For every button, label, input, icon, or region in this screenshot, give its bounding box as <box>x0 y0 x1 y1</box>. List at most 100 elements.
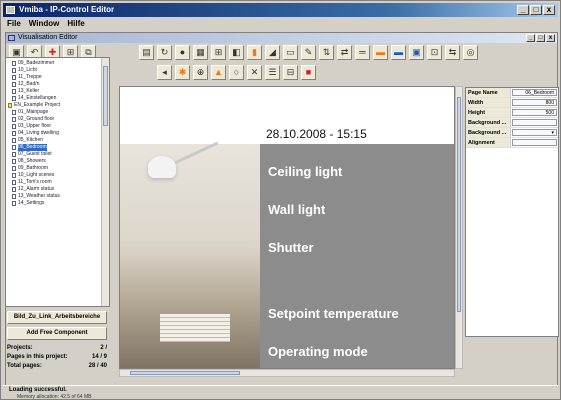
dash-icon[interactable]: ═ <box>355 45 370 60</box>
tree-page-item[interactable]: 05_Kitchen <box>12 137 102 144</box>
property-value-field[interactable]: ▾ <box>512 129 557 136</box>
tree-page-item[interactable]: 01_Mainpage <box>12 109 102 116</box>
visualisation-canvas[interactable]: 28.10.2008 - 15:15 Ceiling light Wall lig… <box>119 86 455 369</box>
canvas-horizontal-scrollbar[interactable] <box>119 369 455 377</box>
inner-title-bar[interactable]: Visualisation Editor _ □ x <box>6 33 557 43</box>
image-icon[interactable]: ⊡ <box>427 45 442 60</box>
lamp-icon <box>148 156 176 178</box>
tree-page-item[interactable]: 09_Bathroom <box>12 165 102 172</box>
tree-page-item[interactable]: 03_Upper floor <box>12 123 102 130</box>
inner-minimize-button[interactable]: _ <box>526 34 535 42</box>
tree-page-item[interactable]: 10_Licht <box>12 67 102 74</box>
tree-page-item[interactable]: 13_Weather status <box>12 193 102 200</box>
tree-scrollbar-thumb[interactable] <box>103 66 108 126</box>
room-photo <box>120 141 260 368</box>
tree-page-item[interactable]: 02_Ground floor <box>12 116 102 123</box>
books-shape <box>160 314 230 342</box>
arrow-icon[interactable]: ◂ <box>157 65 172 80</box>
maximize-button[interactable]: □ <box>530 5 542 15</box>
refresh-icon[interactable]: ↻ <box>157 45 172 60</box>
warning-icon[interactable]: ▲ <box>211 65 226 80</box>
window-icon[interactable]: ▣ <box>409 45 424 60</box>
menu-file[interactable]: File <box>7 18 21 30</box>
tree-item-label: 09_Badezimmer <box>18 60 55 66</box>
link-icon[interactable]: ⇄ <box>337 45 352 60</box>
canvas-vscroll-thumb[interactable] <box>457 97 461 312</box>
application-window: Vmiba - IP-Control Editor _ □ x File Win… <box>0 0 561 400</box>
page-icon <box>12 68 16 73</box>
target-icon[interactable]: ◎ <box>463 45 478 60</box>
zoom-icon[interactable]: ⊕ <box>193 65 208 80</box>
stat-label: Pages in this project: <box>7 354 68 360</box>
table-icon[interactable]: ▦ <box>193 45 208 60</box>
visualisation-menu-item[interactable]: Shutter <box>268 240 314 255</box>
tree-page-item[interactable]: 08_Showers <box>12 158 102 165</box>
tree-item-label: 13_Weather status <box>18 193 60 199</box>
tree-page-item[interactable]: 14_Settings <box>12 200 102 207</box>
inner-close-button[interactable]: x <box>546 34 555 42</box>
page-action-button[interactable]: Bild_Zu_Link_Arbeitsbereiche <box>7 311 107 324</box>
menu-window[interactable]: Window <box>29 18 60 30</box>
calendar-icon[interactable]: ▭ <box>283 45 298 60</box>
thermometer-icon[interactable]: ▮ <box>247 45 262 60</box>
property-value-field[interactable] <box>512 139 557 146</box>
tree-item-label: 11_Tom's room <box>18 179 52 185</box>
minimize-button[interactable]: _ <box>517 5 529 15</box>
tree-project-node[interactable]: EN_Example Project <box>8 102 102 109</box>
visualisation-menu-item[interactable]: Ceiling light <box>268 164 342 179</box>
star-icon[interactable]: ✱ <box>175 65 190 80</box>
page-icon <box>12 173 16 178</box>
tree-page-item[interactable]: 11_Treppe <box>12 74 102 81</box>
title-bar[interactable]: Vmiba - IP-Control Editor _ □ x <box>3 3 558 17</box>
tree-item-label: 14_Settings <box>18 200 45 206</box>
list-icon[interactable]: ☰ <box>265 65 280 80</box>
tree-page-item[interactable]: 06_Bedroom <box>12 144 102 151</box>
tree-page-item[interactable]: 10_Light scenes <box>12 172 102 179</box>
inner-maximize-button[interactable]: □ <box>536 34 545 42</box>
menu-bar: File Window Hilfe <box>3 18 558 30</box>
page-icon <box>12 166 16 171</box>
chart-icon[interactable]: ◢ <box>265 45 280 60</box>
share-icon[interactable]: ⇆ <box>445 45 460 60</box>
tree-page-item[interactable]: 14_Einstellungen <box>12 95 102 102</box>
canvas-vertical-scrollbar[interactable] <box>455 86 463 369</box>
visualisation-menu-item[interactable]: Setpoint temperature <box>268 306 399 321</box>
grid-add-icon[interactable]: ⊞ <box>211 45 226 60</box>
property-row: Alignment <box>466 138 558 148</box>
folder-icon <box>8 103 12 108</box>
cross-icon[interactable]: ✕ <box>247 65 262 80</box>
menu-help[interactable]: Hilfe <box>67 18 84 30</box>
arrows-icon[interactable]: ⇅ <box>319 45 334 60</box>
status-message: Loading successful. <box>9 387 67 393</box>
stat-label: Projects: <box>7 345 33 351</box>
pen-icon[interactable]: ✎ <box>301 45 316 60</box>
tree-item-label: 04_Living dwelling <box>18 130 59 136</box>
tree-page-item[interactable]: 11_Tom's room <box>12 179 102 186</box>
add-free-component-button[interactable]: Add Free Component <box>7 327 107 340</box>
tree-page-item[interactable]: 13_Keller <box>12 88 102 95</box>
circle-icon[interactable]: ○ <box>229 65 244 80</box>
visualisation-menu-item[interactable]: Wall light <box>268 202 325 217</box>
visualisation-menu-item[interactable]: Operating mode <box>268 344 368 359</box>
bar-icon[interactable]: ▬ <box>373 45 388 60</box>
folder-icon[interactable]: ▤ <box>139 45 154 60</box>
record-icon[interactable]: ● <box>175 45 190 60</box>
canvas-hscroll-thumb[interactable] <box>130 371 240 375</box>
minus-box-icon[interactable]: ⊟ <box>283 65 298 80</box>
tree-page-item[interactable]: 12_Alarm status <box>12 186 102 193</box>
property-value-field[interactable]: 06_Bedroom <box>512 89 557 96</box>
property-value-field[interactable]: 800 <box>512 99 557 106</box>
monitor-icon[interactable]: ▬ <box>391 45 406 60</box>
tree-page-item[interactable]: 04_Living dwelling <box>12 130 102 137</box>
tree-page-item[interactable]: 07_Guest toilet <box>12 151 102 158</box>
property-key: Page Name <box>466 88 511 97</box>
property-key: Height <box>466 108 511 117</box>
tree-page-item[interactable]: 09_Badezimmer <box>12 60 102 67</box>
stop-icon[interactable]: ■ <box>301 65 316 80</box>
close-button[interactable]: x <box>543 5 555 15</box>
tree-scrollbar[interactable] <box>101 58 109 306</box>
property-value-field[interactable] <box>512 119 557 126</box>
property-value-field[interactable]: 500 <box>512 109 557 116</box>
button-icon[interactable]: ◧ <box>229 45 244 60</box>
tree-page-item[interactable]: 12_Bad/n <box>12 81 102 88</box>
